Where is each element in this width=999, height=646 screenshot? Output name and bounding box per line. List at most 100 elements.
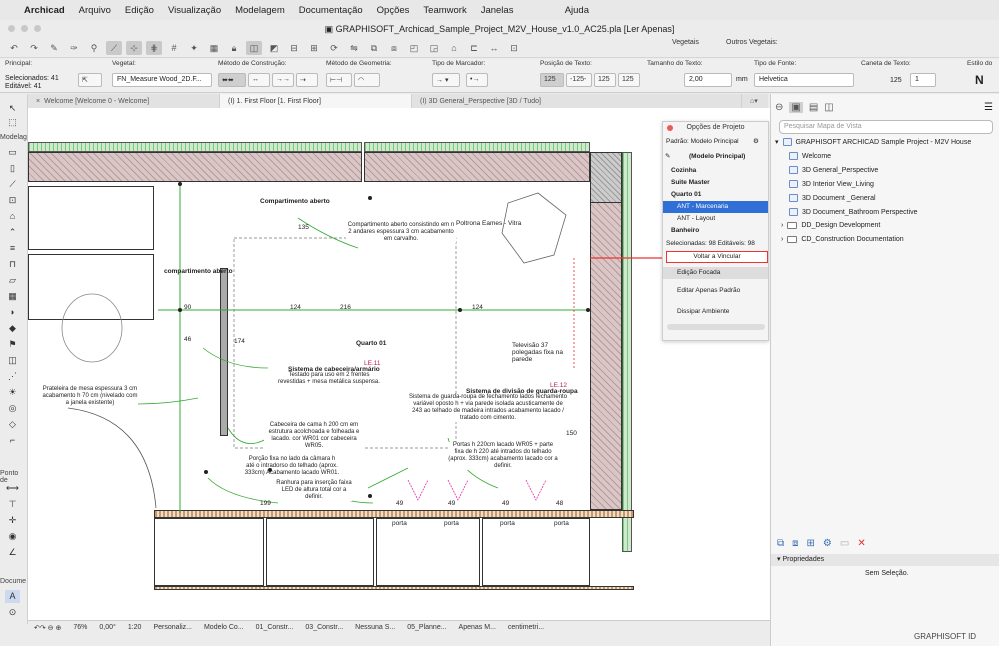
construction-arc-button[interactable]: ⇢: [296, 73, 318, 87]
nav-item-welcome[interactable]: Welcome: [789, 152, 831, 160]
construction-chain-button[interactable]: ⬌⬌: [218, 73, 246, 87]
delete-icon[interactable]: ✕: [857, 538, 865, 549]
group-icon[interactable]: ⧉: [366, 41, 382, 55]
navigator-root[interactable]: ▾ GRAPHISOFT ARCHICAD Sample Project - M2…: [775, 138, 971, 146]
construction-rect-button[interactable]: →→: [272, 73, 294, 87]
text-pos-slant[interactable]: 125: [618, 73, 640, 87]
construction-single-button[interactable]: ↔: [248, 73, 270, 87]
level-dim-tool-icon[interactable]: ⊤: [5, 498, 20, 511]
status-override[interactable]: Nessuna S...: [349, 624, 401, 631]
dimension-tool-icon[interactable]: ⟷: [5, 482, 20, 495]
redo-icon[interactable]: ↷: [26, 41, 42, 55]
option-suite-master[interactable]: Suite Master: [663, 177, 768, 189]
grid-snap-icon[interactable]: ⋕: [146, 40, 162, 55]
elevation-dim-tool-icon[interactable]: ✛: [5, 514, 20, 527]
zoom-level[interactable]: 76%: [67, 624, 93, 631]
properties-header[interactable]: ▾ Propriedades: [771, 554, 999, 566]
close-tab-icon[interactable]: ×: [36, 98, 40, 105]
focused-edit-header[interactable]: Edição Focada: [663, 267, 768, 279]
morph-tool-icon[interactable]: ◆: [5, 322, 20, 335]
marker-type-select[interactable]: → ▾: [432, 73, 460, 87]
opening-tool-icon[interactable]: ◎: [5, 402, 20, 415]
distribute-icon[interactable]: ⊞: [306, 41, 322, 55]
view-map-icon[interactable]: ▣: [789, 102, 803, 113]
menu-modelagem[interactable]: Modelagem: [235, 5, 285, 16]
expand-icon[interactable]: ▾: [775, 138, 779, 146]
label-tool-icon[interactable]: ⊙: [5, 606, 20, 619]
text-tool-icon[interactable]: A: [5, 590, 20, 603]
clone-view-icon[interactable]: ⧈: [792, 538, 798, 549]
geometry-radial-button[interactable]: ◠: [354, 73, 380, 87]
navigator-menu-icon[interactable]: ☰: [984, 102, 993, 113]
option-cozinha[interactable]: Cozinha: [663, 165, 768, 177]
zoom-window-button[interactable]: [34, 25, 41, 32]
rotation-angle[interactable]: 0,00°: [93, 624, 121, 631]
publisher-icon[interactable]: ◫: [824, 102, 833, 113]
menu-app[interactable]: Archicad: [24, 5, 65, 16]
status-model-view[interactable]: Modelo Co...: [198, 624, 250, 631]
status-layer-combo[interactable]: Personaliz...: [147, 624, 198, 631]
nav-item-bathroom-perspective[interactable]: 3D Document_Bathroom Perspective: [789, 208, 918, 216]
slab-tool-icon[interactable]: ▱: [5, 274, 20, 287]
marker-dot-button[interactable]: •→: [466, 73, 488, 87]
status-structure[interactable]: Apenas M...: [453, 624, 502, 631]
menu-edicao[interactable]: Edição: [125, 5, 154, 16]
send-back-icon[interactable]: ◲: [426, 41, 442, 55]
edit-pencil-icon[interactable]: ✎: [663, 151, 685, 163]
radial-dim-tool-icon[interactable]: ◉: [5, 530, 20, 543]
chevron-right-icon[interactable]: ›: [781, 236, 783, 243]
corner-window-tool-icon[interactable]: ⌐: [5, 434, 20, 447]
nav-item-document-general[interactable]: 3D Document _General: [789, 194, 876, 202]
lamp-tool-icon[interactable]: ☀: [5, 386, 20, 399]
hotspot[interactable]: [268, 468, 272, 472]
hotspot[interactable]: [458, 308, 462, 312]
marquee-tool-icon[interactable]: ⬚: [5, 116, 20, 129]
scale[interactable]: 1:20: [122, 624, 148, 631]
menu-arquivo[interactable]: Arquivo: [79, 5, 111, 16]
guide-line-icon[interactable]: ⟋: [106, 40, 122, 55]
window-tool-icon[interactable]: ⊡: [5, 194, 20, 207]
status-model-view-option[interactable]: 03_Constr...: [299, 624, 349, 631]
align-icon[interactable]: ⊟: [286, 41, 302, 55]
arrow-tool-icon[interactable]: ↖: [5, 102, 20, 115]
text-pos-center[interactable]: -125-: [566, 73, 592, 87]
hotspot[interactable]: [586, 308, 590, 312]
menu-ajuda[interactable]: Ajuda: [565, 5, 589, 16]
option-banheiro[interactable]: Banheiro: [663, 225, 768, 237]
properties-icon[interactable]: ▭: [840, 538, 849, 549]
tab-first-floor[interactable]: (I) 1. First Floor [1. First Floor]: [220, 94, 412, 108]
hotspot[interactable]: [204, 470, 208, 474]
close-window-button[interactable]: [8, 25, 15, 32]
vegetal-select[interactable]: FN_Measure Wood_2D.F...: [112, 73, 212, 87]
menu-janelas[interactable]: Janelas: [481, 5, 514, 16]
elevation-icon[interactable]: ⌂: [446, 41, 462, 55]
mirror-icon[interactable]: ⇋: [346, 41, 362, 55]
option-quarto-01[interactable]: Quarto 01: [663, 189, 768, 201]
text-pos-below[interactable]: 125: [594, 73, 616, 87]
inject-icon[interactable]: ✑: [66, 41, 82, 55]
pen-field[interactable]: 1: [910, 73, 936, 87]
status-pen-set[interactable]: 01_Constr...: [250, 624, 300, 631]
new-folder-icon[interactable]: ⊞: [807, 538, 815, 549]
option-ant-marcenaria[interactable]: ANT - Marcenaria: [663, 201, 768, 213]
object-tool-icon[interactable]: ⚑: [5, 338, 20, 351]
layout-book-icon[interactable]: ▤: [809, 102, 818, 113]
shell-tool-icon[interactable]: ◗: [5, 306, 20, 319]
fade-slider[interactable]: [667, 324, 765, 330]
option-settings-icon[interactable]: ⚙: [753, 136, 765, 148]
railing-tool-icon[interactable]: ⊓: [5, 258, 20, 271]
minimize-window-button[interactable]: [21, 25, 28, 32]
nav-folder-cd[interactable]: › CD_Construction Documentation: [781, 236, 904, 243]
hotspot[interactable]: [178, 308, 182, 312]
relink-button[interactable]: Voltar a Vincular: [666, 251, 768, 263]
geometry-linear-button[interactable]: ⊢⊣: [326, 73, 352, 87]
nav-item-general-perspective[interactable]: 3D General_Perspective: [789, 166, 878, 174]
zone-tool-icon[interactable]: ◫: [5, 354, 20, 367]
snap-guide-icon[interactable]: ⊹: [126, 40, 142, 55]
status-dimension[interactable]: centimetri...: [502, 624, 550, 631]
undo-zoom-icon[interactable]: ↶↷ ⊖ ⊕: [28, 624, 67, 632]
settings-icon[interactable]: ⚙: [823, 538, 832, 549]
column-tool-icon[interactable]: ▯: [5, 162, 20, 175]
curtain-wall-tool-icon[interactable]: ▦: [5, 290, 20, 303]
status-renovation[interactable]: 05_Planne...: [401, 624, 452, 631]
